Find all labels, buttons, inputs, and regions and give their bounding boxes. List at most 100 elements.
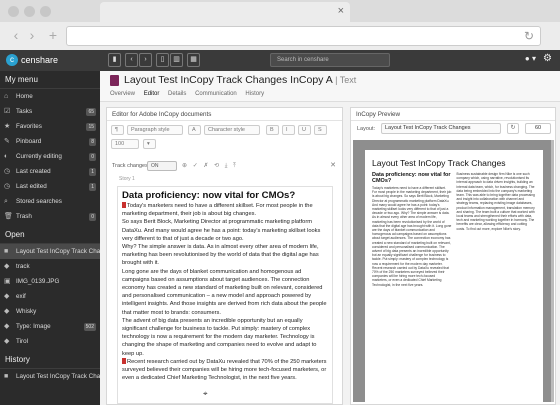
story-text-area[interactable]: Data proficiency: now vital for CMOs? To… [117, 186, 333, 404]
tab-overview[interactable]: Overview [110, 91, 135, 97]
main-content: Layout Test InCopy Track Changes InCopy … [100, 71, 560, 405]
sidebar-menu-item[interactable]: ✎ Pinboard 8 [0, 134, 100, 149]
sidebar-menu-item-icon: ⌕ [4, 198, 8, 205]
sidebar-open-item[interactable]: ◆ exif [0, 289, 100, 304]
sidebar-menu-item-label: Last edited [16, 183, 47, 190]
sidebar-menu-item[interactable]: ◷ Last edited 1 [0, 179, 100, 194]
tab-close-icon[interactable]: × [338, 5, 344, 17]
preview-page-title: Layout Test InCopy Track Changes [372, 158, 506, 168]
sidebar-menu-item[interactable]: ⌕ Stored searches [0, 194, 100, 209]
back-icon[interactable]: ‹ [8, 27, 24, 43]
sidebar-menu-item-label: Stored searches [16, 198, 62, 205]
track-changes-nav-icons[interactable]: ⊕ ✓ ✗ ⟲ ⤓ ⤒ [182, 162, 238, 170]
sidebar-menu-item[interactable]: ☑ Tasks 65 [0, 104, 100, 119]
sidebar-menu-item[interactable]: 🗑 Trash 0 [0, 209, 100, 224]
sidebar-open-item[interactable]: ◆ track [0, 259, 100, 274]
sidebar-open-item-icon: ◆ [4, 323, 10, 330]
character-icon[interactable]: A [188, 125, 201, 135]
refresh-preview-icon[interactable]: ↻ [507, 123, 519, 134]
sidebar-menu-item-label: Trash [16, 213, 32, 220]
sidebar-menu-item-count-badge: 8 [89, 138, 96, 146]
sidebar-menu-item[interactable]: ◐ Currently editing 0 [0, 149, 100, 164]
sidebar-menu-item-icon: ✎ [4, 138, 10, 145]
sidebar-open-item-label: exif [16, 293, 26, 300]
preview-scrollbar[interactable] [551, 140, 554, 402]
browser-tab[interactable]: × [100, 2, 350, 22]
preview-page: Layout Test InCopy Track Changes Data pr… [365, 150, 543, 402]
sidebar-menu-item[interactable]: ⌂ Home [0, 89, 100, 104]
settings-gear-icon[interactable]: ⚙ [543, 53, 552, 64]
dashboard-icon[interactable]: ▦ [187, 53, 200, 67]
global-search-input[interactable]: Search in censhare [270, 53, 390, 67]
preview-canvas[interactable]: Layout Test InCopy Track Changes Data pr… [353, 140, 553, 402]
sidebar-open-item-icon: ◆ [4, 338, 10, 345]
preview-toolbar: Layout: Layout Test InCopy Track Changes… [355, 123, 553, 135]
sidebar-menu-item-count-badge: 1 [89, 168, 96, 176]
story-paragraph: The advent of big data presents an incre… [122, 317, 317, 357]
story-paragraph: Today's marketers need to have a differe… [122, 202, 313, 218]
preview-column-right: Business sustainable design firm Nike is… [457, 172, 537, 287]
sidebar-menu-item-count-badge: 65 [86, 108, 96, 116]
sidebar-toggle-icon[interactable]: ▮ [108, 53, 121, 67]
preview-headline: Data proficiency: now vital for CMOs? [372, 172, 451, 184]
editor-style-toolbar: ¶ Paragraph style A Character style B I … [111, 125, 339, 136]
tab-details[interactable]: Details [168, 91, 186, 97]
browser-toolbar: ‹ › + ↻ [0, 22, 560, 50]
my-menu-heading: My menu [0, 71, 100, 89]
tab-history[interactable]: History [245, 91, 264, 97]
sidebar-history-item[interactable]: ■ Layout Test InCopy Track Change... [0, 369, 100, 384]
sidebar-menu-item-icon: ★ [4, 123, 11, 130]
story-paragraph: Long gone are the days of blanket commun… [122, 268, 327, 316]
history-back-icon[interactable]: ‹ [125, 53, 138, 67]
sidebar-open-item-icon: ◆ [4, 308, 10, 315]
preview-zoom-field[interactable]: 60 [525, 123, 551, 134]
editor-zoom-toolbar: 100 ▾ [111, 139, 339, 150]
history-forward-icon[interactable]: › [139, 53, 152, 67]
sidebar-menu-item[interactable]: ◷ Last created 1 [0, 164, 100, 179]
strikethrough-icon[interactable]: S [314, 125, 327, 135]
sidebar-menu-item-count-badge: 15 [86, 123, 96, 131]
sidebar-menu-item[interactable]: ★ Favorites 15 [0, 119, 100, 134]
sidebar-open-item[interactable]: ◆ Whisky [0, 304, 100, 319]
sidebar-open-item[interactable]: ◆ Tirol [0, 334, 100, 349]
paragraph-icon[interactable]: ¶ [111, 125, 124, 135]
character-style-select[interactable]: Character style [204, 125, 260, 135]
new-tab-icon[interactable]: + [45, 27, 61, 43]
underline-icon[interactable]: U [298, 125, 311, 135]
sidebar-open-item-icon: ◆ [4, 263, 10, 270]
history-heading: History [0, 351, 100, 369]
sidebar-open-item[interactable]: ▣ IMG_0139.JPG [0, 274, 100, 289]
tab-communication[interactable]: Communication [195, 91, 237, 97]
bold-icon[interactable]: B [266, 125, 279, 135]
user-menu-icon[interactable]: ● ▾ [525, 54, 536, 63]
preview-body-text: Business sustainable design firm Nike is… [456, 172, 535, 231]
tab-bar: × [0, 0, 560, 22]
sidebar-open-item-icon: ■ [4, 248, 9, 255]
split-view-icon[interactable]: ▯ [156, 53, 169, 67]
sidebar-open-item-label: IMG_0139.JPG [16, 278, 60, 285]
sidebar-open-item[interactable]: ■ Layout Test InCopy Track Change... [0, 244, 100, 259]
zoom-menu-icon[interactable]: ▾ [143, 139, 156, 149]
sidebar-history-item-icon: ■ [4, 373, 9, 380]
close-track-changes-icon[interactable]: ✕ [330, 161, 336, 169]
sidebar-open-item[interactable]: ◆ Type: Image 502 [0, 319, 100, 334]
sidebar-open-item-label: Type: Image [16, 323, 51, 330]
sidebar-menu-item-icon: ◐ [4, 153, 9, 160]
track-changes-toggle[interactable]: ON [147, 161, 177, 171]
address-bar[interactable]: ↻ [66, 26, 541, 46]
layout-select[interactable]: Layout Test InCopy Track Changes [381, 123, 501, 134]
censhare-logo-icon: c [6, 54, 18, 66]
sidebar-open-item-label: track [16, 263, 30, 270]
layout-view-icon[interactable]: ▥ [170, 53, 183, 67]
change-marker-icon[interactable] [122, 357, 126, 364]
paragraph-style-select[interactable]: Paragraph style [127, 125, 183, 135]
forward-icon[interactable]: › [24, 27, 40, 43]
zoom-select[interactable]: 100 [111, 139, 139, 149]
tab-editor[interactable]: Editor [144, 91, 160, 97]
reload-icon[interactable]: ↻ [524, 29, 534, 43]
sidebar-open-item-icon: ▣ [4, 278, 11, 285]
change-marker-icon[interactable] [122, 202, 126, 208]
incopy-preview-panel: InCopy Preview Layout: Layout Test InCop… [350, 107, 556, 405]
sidebar-menu-item-icon: ◷ [4, 168, 11, 175]
italic-icon[interactable]: I [282, 125, 295, 135]
